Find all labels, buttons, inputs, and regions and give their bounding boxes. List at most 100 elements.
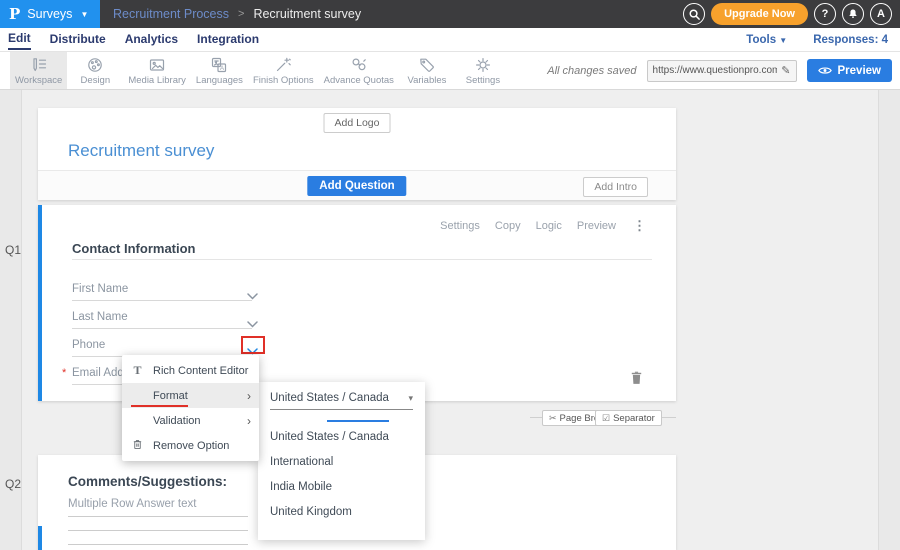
survey-header-footer: Add Question Add Intro — [38, 170, 676, 200]
edit-pencil-icon[interactable]: ✎ — [781, 64, 790, 77]
survey-url-field[interactable]: https://www.questionpro.com/t/APNrFZ ✎ — [647, 60, 797, 82]
survey-title[interactable]: Recruitment survey — [68, 141, 214, 161]
answer-underline — [68, 544, 248, 545]
required-asterisk: * — [62, 367, 66, 379]
nav-right: Tools ▼ Responses: 4 — [746, 34, 892, 46]
toolbar-item-workspace[interactable]: Workspace — [10, 52, 67, 89]
menu-item-remove-option[interactable]: Remove Option — [122, 433, 259, 458]
workspace-icon — [30, 55, 48, 74]
chevron-down-icon: ▼ — [80, 10, 88, 19]
tools-label: Tools — [746, 34, 776, 46]
format-option-international[interactable]: International — [270, 456, 333, 468]
toolbar-item-settings[interactable]: Settings — [455, 52, 511, 89]
palette-icon — [86, 55, 104, 74]
product-label: Surveys — [27, 7, 72, 21]
format-option-india-mobile[interactable]: India Mobile — [270, 481, 332, 493]
annotation-red-box — [241, 336, 265, 354]
question-actions: Settings Copy Logic Preview ⋮ — [440, 218, 646, 234]
account-button[interactable]: A — [870, 3, 892, 25]
survey-url: https://www.questionpro.com/t/APNrFZ — [653, 65, 778, 76]
tab-analytics[interactable]: Analytics — [125, 30, 178, 49]
toolbar-item-label: Settings — [466, 75, 500, 86]
option-context-menu: T Rich Content Editor Format › Validatio… — [122, 355, 259, 461]
search-button[interactable] — [683, 3, 705, 25]
question-settings-link[interactable]: Settings — [440, 220, 480, 232]
tab-edit[interactable]: Edit — [8, 29, 31, 50]
breadcrumb-current: Recruitment survey — [253, 7, 361, 21]
tag-icon — [418, 55, 436, 74]
format-select-value: United States / Canada — [270, 392, 389, 404]
add-intro-button[interactable]: Add Intro — [583, 177, 648, 197]
breadcrumb-separator: > — [238, 8, 244, 20]
format-option-us-canada[interactable]: United States / Canada — [270, 431, 389, 443]
responses-link[interactable]: Responses: 4 — [813, 34, 888, 46]
menu-item-rich-content-editor[interactable]: T Rich Content Editor — [122, 358, 259, 383]
surveys-menu[interactable]: P Surveys ▼ — [0, 0, 100, 28]
question-number-q2: Q2 — [0, 477, 26, 491]
field-label-first-name[interactable]: First Name — [72, 283, 128, 295]
menu-item-validation[interactable]: Validation › — [122, 408, 259, 433]
text-editor-icon: T — [130, 363, 145, 378]
separator-button[interactable]: ☑ Separator — [595, 410, 662, 426]
save-status: All changes saved — [547, 65, 636, 77]
multirow-answer-placeholder[interactable]: Multiple Row Answer text — [68, 498, 196, 510]
question-preview-link[interactable]: Preview — [577, 220, 616, 232]
chevron-right-icon: › — [247, 389, 251, 403]
select-focus-indicator — [327, 420, 389, 422]
upgrade-now-button[interactable]: Upgrade Now — [711, 3, 808, 25]
kebab-menu-icon[interactable]: ⋮ — [633, 218, 646, 234]
trash-icon — [130, 438, 145, 453]
toolbar-right: All changes saved https://www.questionpr… — [547, 52, 900, 89]
add-logo-button[interactable]: Add Logo — [324, 113, 391, 133]
tools-menu[interactable]: Tools ▼ — [746, 34, 787, 46]
survey-header-card: Add Logo Recruitment survey Add Question… — [38, 108, 676, 200]
breadcrumb: Recruitment Process > Recruitment survey — [113, 7, 361, 21]
toolbar-item-finish-options[interactable]: Finish Options — [248, 52, 319, 89]
add-question-button[interactable]: Add Question — [307, 176, 406, 196]
format-option-united-kingdom[interactable]: United Kingdom — [270, 506, 352, 518]
field-underline — [72, 328, 252, 329]
questionpro-survey-editor: P Surveys ▼ Recruitment Process > Recrui… — [0, 0, 900, 550]
toolbar-item-languages[interactable]: A Languages — [191, 52, 248, 89]
toolbar-item-design[interactable]: Design — [67, 52, 123, 89]
topbar-actions: Upgrade Now ? A — [683, 3, 900, 25]
toolbar-item-variables[interactable]: Variables — [399, 52, 455, 89]
separator-icon: ☑ — [602, 413, 610, 424]
delete-question-button[interactable] — [630, 370, 643, 390]
field-label-phone[interactable]: Phone — [72, 339, 105, 351]
question-number-q1: Q1 — [0, 243, 26, 257]
menu-item-label: Rich Content Editor — [153, 365, 248, 377]
question-logic-link[interactable]: Logic — [536, 220, 562, 232]
breadcrumb-parent[interactable]: Recruitment Process — [113, 7, 229, 21]
translate-icon: A — [210, 55, 228, 74]
right-gutter — [878, 90, 900, 550]
toolbar-item-advance-quotas[interactable]: Advance Quotas — [319, 52, 399, 89]
bell-icon — [847, 8, 859, 20]
help-button[interactable]: ? — [814, 3, 836, 25]
question-copy-link[interactable]: Copy — [495, 220, 521, 232]
field-underline — [72, 300, 252, 301]
section-nav: Edit Distribute Analytics Integration To… — [0, 28, 900, 52]
format-select[interactable]: United States / Canada ▾ — [270, 392, 413, 410]
help-icon: ? — [822, 8, 829, 20]
field-chevron-last-name[interactable] — [247, 315, 258, 333]
question-title[interactable]: Comments/Suggestions: — [68, 474, 227, 489]
preview-label: Preview — [838, 65, 881, 77]
toolbar-item-label: Variables — [407, 75, 446, 86]
question-title[interactable]: Contact Information — [72, 241, 196, 256]
magic-wand-icon — [274, 55, 292, 74]
menu-item-label: Remove Option — [153, 440, 229, 452]
toolbar-item-label: Finish Options — [253, 75, 314, 86]
tab-integration[interactable]: Integration — [197, 30, 259, 49]
preview-button[interactable]: Preview — [807, 59, 892, 82]
toolbar-item-media-library[interactable]: Media Library — [123, 52, 191, 89]
answer-underline — [68, 516, 248, 517]
chevron-right-icon: › — [247, 414, 251, 428]
field-label-last-name[interactable]: Last Name — [72, 311, 128, 323]
eye-icon — [818, 66, 832, 75]
menu-item-format[interactable]: Format › — [122, 383, 259, 408]
field-chevron-first-name[interactable] — [247, 287, 258, 305]
select-caret-icon: ▾ — [408, 393, 413, 404]
notifications-button[interactable] — [842, 3, 864, 25]
tab-distribute[interactable]: Distribute — [50, 30, 106, 49]
